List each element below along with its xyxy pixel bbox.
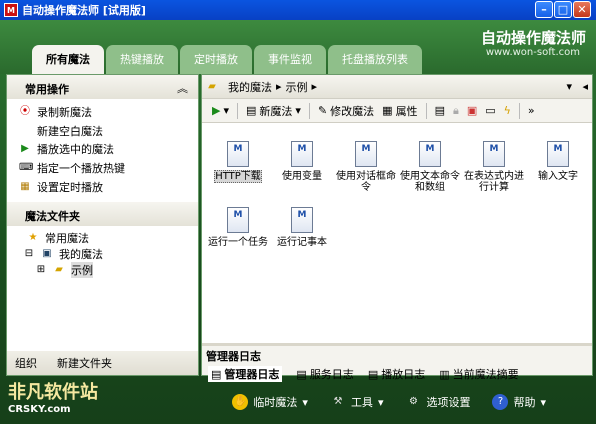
lightning-icon[interactable]: ϟ	[504, 104, 511, 117]
star-icon: ★	[28, 231, 38, 243]
log-icon: ▤	[211, 367, 222, 381]
new-blank-magic[interactable]: 新建空白魔法	[7, 122, 198, 141]
options-button[interactable]: ⚙ 选项设置	[405, 394, 470, 410]
file-item[interactable]: M 使用文本命令和数组	[400, 141, 460, 193]
new-doc-icon: ▤	[246, 104, 257, 117]
tab-scheduled-play[interactable]: 定时播放	[180, 45, 252, 74]
tools-icon: ⚒	[333, 396, 343, 407]
main-tabs: 所有魔法 热键播放 定时播放 事件监视 托盘播放列表	[32, 45, 422, 74]
edit-icon: ✎	[317, 104, 328, 117]
log-panel: 管理器日志 ▤ 管理器日志 ▤ 服务日志 ▤ 播放日志 ▥ 当前魔法摘要	[202, 343, 592, 382]
lock-icon[interactable]: 🔒︎	[453, 104, 459, 118]
collapse-icon[interactable]: ︽	[177, 80, 188, 96]
tools-button[interactable]: ⚒ 工具 ▾	[330, 394, 383, 410]
brand-site: www.won-soft.com	[485, 47, 580, 58]
record-icon: ⦿	[20, 106, 30, 118]
title-bar: M 自动操作魔法师 [试用版] – □ ✕	[0, 0, 596, 20]
folder-icon: ▰	[55, 263, 63, 275]
tab-hotkey-play[interactable]: 热键播放	[106, 45, 178, 74]
tree-example[interactable]: ⊞ ▰ 示例	[23, 261, 198, 278]
play-button[interactable]: ▶ ▾	[212, 104, 229, 117]
magic-file-icon: M	[419, 141, 441, 167]
left-footer: 组织 新建文件夹	[7, 351, 198, 375]
help-icon: ?	[492, 394, 509, 410]
close-button[interactable]: ✕	[573, 1, 591, 18]
common-ops-title: 常用操作	[25, 83, 69, 96]
toolbar: ▶ ▾ ▤ 新魔法 ▾ ✎ 修改魔法 ▦ 属性 ▤ 🔒︎ ▣ ▭ ϟ »	[202, 99, 592, 123]
app-icon: M	[4, 3, 18, 17]
play-selected-magic[interactable]: ▶ 播放选中的魔法	[7, 140, 198, 159]
file-item[interactable]: M HTTP下载	[208, 141, 268, 183]
magic-file-icon: M	[291, 141, 313, 167]
record-new-magic[interactable]: ⦿ 录制新魔法	[7, 103, 198, 122]
new-folder-button[interactable]: 新建文件夹	[57, 355, 112, 371]
play-icon: ▶	[212, 104, 221, 117]
help-button[interactable]: ? 帮助 ▾	[492, 394, 546, 410]
keyboard-icon: ⌨	[19, 162, 34, 174]
tab-event-monitor[interactable]: 事件监视	[254, 45, 326, 74]
dropdown-icon[interactable]: ▾	[566, 80, 572, 93]
log-icon: ▤	[367, 367, 379, 381]
temp-magic-icon: ✋	[232, 394, 249, 410]
right-panel: ▰ 我的魔法 ▸ 示例 ▸ ▾ ◂ ▶ ▾ ▤ 新魔法 ▾ ✎ 修改魔法 ▦ 属性 ▤ 🔒…	[201, 74, 593, 382]
summary-icon: ▥	[439, 367, 450, 381]
breadcrumb-folder[interactable]: 示例	[286, 79, 308, 95]
magic-file-icon: M	[483, 141, 505, 167]
folder-tree: ★ 常用魔法 ⊟ ▣ 我的魔法 ⊞ ▰ 示例	[7, 226, 198, 278]
magic-file-list: M HTTP下载 M 使用变量 M 使用对话框命令 M 使用文本命令和数组 M 在表达式内…	[206, 141, 590, 341]
edit-magic-button[interactable]: ✎ 修改魔法	[318, 103, 374, 119]
app-window: M 自动操作魔法师 [试用版] – □ ✕ 自动操作魔法师 www.won-so…	[0, 0, 596, 424]
image-icon[interactable]: ▣	[467, 104, 477, 117]
collapse-tree-icon[interactable]: ⊟	[23, 248, 35, 260]
breadcrumb-root[interactable]: 我的魔法	[228, 79, 272, 95]
window-title: 自动操作魔法师 [试用版]	[22, 4, 146, 17]
magic-file-icon: M	[355, 141, 377, 167]
log-title: 管理器日志	[206, 350, 261, 363]
tree-favorites[interactable]: ★ 常用魔法	[23, 230, 198, 246]
schedule-icon: ▦	[20, 180, 30, 192]
breadcrumb-sep: ▸	[311, 80, 318, 93]
new-magic-button[interactable]: ▤ 新魔法 ▾	[246, 103, 301, 119]
file-item[interactable]: M 使用变量	[272, 141, 332, 182]
file-item[interactable]: M 输入文字	[528, 141, 588, 182]
organize-button[interactable]: 组织	[15, 355, 37, 371]
back-icon[interactable]: ◂	[582, 80, 588, 93]
file-item[interactable]: M 使用对话框命令	[336, 141, 396, 193]
minimize-button[interactable]: –	[535, 1, 553, 18]
brand-name: 自动操作魔法师	[480, 29, 586, 47]
maximize-button[interactable]: □	[554, 1, 572, 18]
computer-icon: ▣	[42, 247, 52, 259]
properties-icon: ▦	[382, 104, 393, 117]
magic-file-icon: M	[227, 207, 249, 233]
address-bar[interactable]: ▰ 我的魔法 ▸ 示例 ▸ ▾ ◂	[202, 75, 592, 99]
magic-file-icon: M	[227, 141, 249, 167]
watermark: 非凡软件站 CRSKY.com	[8, 382, 98, 415]
common-ops-header[interactable]: 常用操作 ︽	[7, 75, 198, 99]
magic-file-icon: M	[291, 207, 313, 233]
tree-my-magic[interactable]: ⊟ ▣ 我的魔法	[23, 246, 198, 262]
expand-tree-icon[interactable]: ⊞	[35, 264, 47, 276]
folder-icon: ▰	[208, 80, 216, 92]
tab-tray-playlist[interactable]: 托盘播放列表	[328, 45, 422, 74]
tab-all-magic[interactable]: 所有魔法	[32, 45, 104, 74]
log-icon: ▤	[296, 367, 307, 381]
temp-magic-button[interactable]: ✋ 临时魔法 ▾	[232, 394, 308, 410]
assign-hotkey[interactable]: ⌨ 指定一个播放热键	[7, 159, 198, 178]
report-icon[interactable]: ▤	[435, 104, 445, 117]
properties-button[interactable]: ▦ 属性	[382, 103, 417, 119]
file-item[interactable]: M 运行一个任务	[208, 207, 268, 248]
file-item[interactable]: M 运行记事本	[272, 207, 332, 248]
more-button[interactable]: »	[528, 104, 535, 117]
file-item[interactable]: M 在表达式内进行计算	[464, 141, 524, 193]
gear-icon: ⚙	[408, 396, 418, 407]
magic-file-icon: M	[547, 141, 569, 167]
left-panel: 常用操作 ︽ ⦿ 录制新魔法 新建空白魔法 ▶ 播放选中的魔法 ⌨ 指定一个播放热键 …	[6, 74, 199, 376]
breadcrumb-sep: ▸	[276, 80, 282, 93]
play-icon: ▶	[21, 143, 29, 155]
window-icon[interactable]: ▭	[485, 104, 495, 117]
set-schedule[interactable]: ▦ 设置定时播放	[7, 177, 198, 196]
folder-header: 魔法文件夹	[7, 201, 198, 226]
